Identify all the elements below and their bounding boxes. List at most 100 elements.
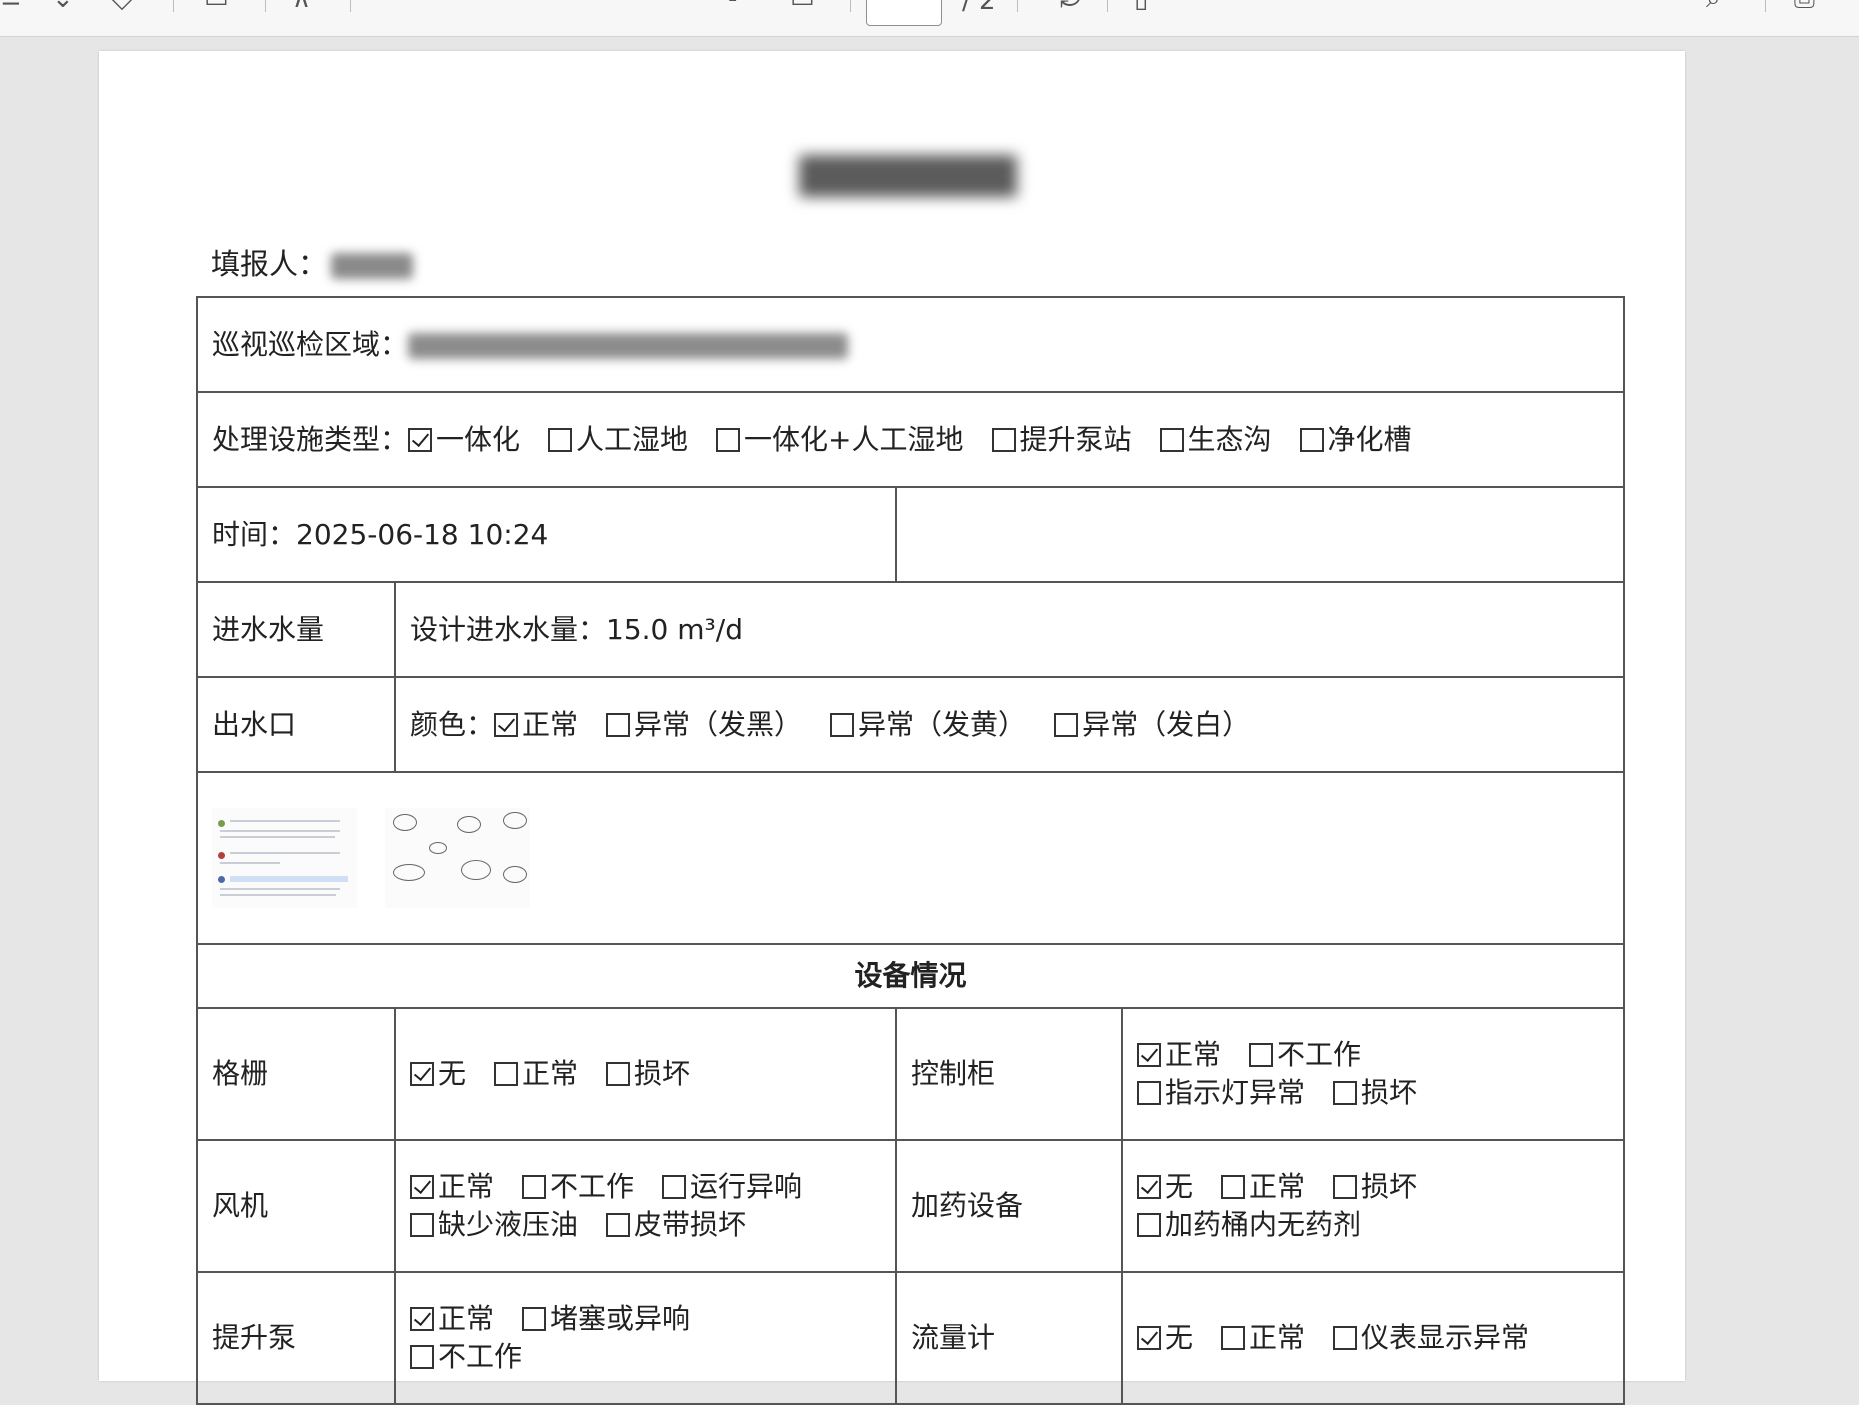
checkbox-option[interactable]: 提升泵站 (991, 421, 1132, 459)
checkbox-option[interactable]: 一体化 (408, 421, 520, 459)
checkbox-option[interactable]: 生态沟 (1159, 421, 1272, 459)
inflow-cell: 设计进水水量：15.0 m³/d (393, 581, 1626, 678)
menu-icon[interactable]: ≡ (0, 0, 22, 12)
checkbox-unchecked-icon[interactable] (1159, 427, 1184, 452)
checkbox-unchecked-icon[interactable] (522, 1307, 547, 1331)
checkbox-option[interactable]: 无 (1137, 1168, 1193, 1206)
checkbox-option[interactable]: 无 (1137, 1319, 1193, 1357)
control-cabinet-label: 控制柜 (895, 1007, 1123, 1141)
checkbox-unchecked-icon[interactable] (1333, 1326, 1358, 1350)
reporter-label: 填报人： (211, 247, 328, 281)
checkbox-option[interactable]: 正常 (494, 1055, 578, 1093)
zoom-out-icon[interactable]: - (728, 0, 737, 12)
blower-label: 风机 (196, 1139, 396, 1273)
checkbox-unchecked-icon[interactable] (716, 427, 741, 452)
checkbox-option[interactable]: 异常（发白） (1054, 706, 1250, 744)
checkbox-option[interactable]: 运行异响 (662, 1168, 802, 1206)
row-grille-control: 格栅 无正常 损坏 控制柜 正常 不工作 指示灯异常 损坏 (196, 1007, 1626, 1141)
checkbox-unchecked-icon[interactable] (830, 712, 855, 737)
checkbox-checked-icon[interactable] (408, 427, 433, 452)
checkbox-unchecked-icon[interactable] (1221, 1326, 1246, 1350)
checkbox-label: 损坏 (1361, 1170, 1418, 1203)
checkbox-checked-icon[interactable] (1137, 1175, 1161, 1199)
checkbox-option[interactable]: 正常 (410, 1300, 494, 1338)
checkbox-checked-icon[interactable] (410, 1175, 434, 1199)
checkbox-option[interactable]: 损坏 (1333, 1168, 1417, 1206)
fit-page-icon[interactable]: ▭ (790, 0, 815, 12)
checkbox-unchecked-icon[interactable] (1221, 1175, 1246, 1199)
chevron-down-icon[interactable]: ⌄ (52, 0, 74, 12)
checkbox-unchecked-icon[interactable] (1054, 712, 1079, 737)
page-total: / 2 (962, 0, 996, 16)
checkbox-label: 皮带损坏 (634, 1208, 747, 1241)
checkbox-option[interactable]: 人工湿地 (548, 421, 688, 459)
photo-thumbnail-chat[interactable] (212, 808, 357, 908)
row-photos (195, 771, 1626, 945)
time-label: 时间： (212, 517, 297, 551)
outlet-label: 出水口 (196, 676, 396, 773)
checkbox-label: 不工作 (438, 1340, 523, 1373)
page-number-input[interactable] (866, 0, 942, 26)
checkbox-checked-icon[interactable] (410, 1307, 434, 1331)
checkbox-checked-icon[interactable] (494, 712, 519, 737)
checkbox-unchecked-icon[interactable] (410, 1213, 434, 1237)
search-icon[interactable]: ⌕ (1706, 0, 1721, 12)
text-line (220, 894, 336, 896)
blower-options-line1: 正常 不工作 运行异响 (410, 1168, 881, 1206)
checkbox-unchecked-icon[interactable] (548, 427, 573, 452)
checkbox-unchecked-icon[interactable] (1249, 1043, 1274, 1067)
checkbox-option[interactable]: 仪表显示异常 (1333, 1319, 1529, 1357)
checkbox-unchecked-icon[interactable] (606, 1062, 631, 1086)
checkbox-option[interactable]: 不工作 (522, 1168, 634, 1206)
row-time: 时间：2025-06-18 10:24 (196, 486, 1626, 583)
print-icon[interactable]: ⎙ (1794, 0, 1815, 12)
toolbar-divider (1017, 0, 1018, 12)
draw-icon[interactable]: ∧ (292, 0, 311, 12)
checkbox-option[interactable]: 损坏 (1333, 1074, 1417, 1112)
checkbox-checked-icon[interactable] (1137, 1043, 1161, 1067)
checkbox-option[interactable]: 异常（发黑） (606, 706, 802, 744)
rotate-icon[interactable]: ⤾ (1060, 0, 1082, 12)
checkbox-option[interactable]: 不工作 (1249, 1036, 1361, 1074)
checkbox-unchecked-icon[interactable] (1137, 1081, 1161, 1105)
checkbox-label: 提升泵站 (1019, 422, 1132, 456)
checkbox-option[interactable]: 无 (410, 1055, 466, 1093)
checkbox-option[interactable]: 缺少液压油 (410, 1206, 578, 1244)
checkbox-unchecked-icon[interactable] (410, 1345, 434, 1369)
checkbox-unchecked-icon[interactable] (1299, 427, 1324, 452)
checkbox-option[interactable]: 正常 (410, 1168, 494, 1206)
checkbox-option[interactable]: 损坏 (606, 1055, 690, 1093)
checkbox-unchecked-icon[interactable] (1333, 1081, 1358, 1105)
checkbox-option[interactable]: 皮带损坏 (606, 1206, 746, 1244)
checkbox-label: 正常 (438, 1170, 495, 1203)
checkbox-option[interactable]: 正常 (1137, 1036, 1221, 1074)
checkbox-unchecked-icon[interactable] (606, 1213, 631, 1237)
checkbox-option[interactable]: 一体化+人工湿地 (716, 421, 964, 459)
checkbox-unchecked-icon[interactable] (494, 1062, 519, 1086)
checkbox-option[interactable]: 正常 (1221, 1319, 1305, 1357)
checkbox-checked-icon[interactable] (1137, 1326, 1161, 1350)
checkbox-unchecked-icon[interactable] (1137, 1213, 1161, 1237)
read-aloud-icon[interactable]: ⌒ (378, 0, 404, 12)
checkbox-unchecked-icon[interactable] (991, 427, 1016, 452)
checkbox-unchecked-icon[interactable] (522, 1175, 547, 1199)
checkbox-option[interactable]: 异常（发黄） (830, 706, 1026, 744)
checkbox-unchecked-icon[interactable] (1333, 1175, 1358, 1199)
checkbox-unchecked-icon[interactable] (662, 1175, 687, 1199)
checkbox-option[interactable]: 堵塞或异响 (522, 1300, 690, 1338)
checkbox-option[interactable]: 指示灯异常 (1137, 1074, 1305, 1112)
checkbox-option[interactable]: 不工作 (410, 1338, 522, 1376)
checkbox-option[interactable]: 正常 (494, 706, 578, 744)
checkbox-option[interactable]: 正常 (1221, 1168, 1305, 1206)
erase-icon[interactable]: ◇ (112, 0, 132, 12)
checkbox-unchecked-icon[interactable] (606, 712, 631, 737)
text-box-icon[interactable]: ▭ (204, 0, 229, 12)
checkbox-checked-icon[interactable] (410, 1062, 434, 1086)
inspection-form-table: 巡视巡检区域： 处理设施类型： 一体化 人工湿地 一体化+人工湿地 提升泵站 生态沟 净化槽… (195, 296, 1626, 1405)
checkbox-label: 不工作 (550, 1170, 635, 1203)
checkbox-label: 仪表显示异常 (1361, 1321, 1530, 1354)
two-page-icon[interactable]: ▯ (1134, 0, 1148, 12)
checkbox-option[interactable]: 加药桶内无药剂 (1137, 1206, 1361, 1244)
photo-thumbnail-sketch[interactable] (385, 808, 530, 908)
checkbox-option[interactable]: 净化槽 (1299, 421, 1412, 459)
